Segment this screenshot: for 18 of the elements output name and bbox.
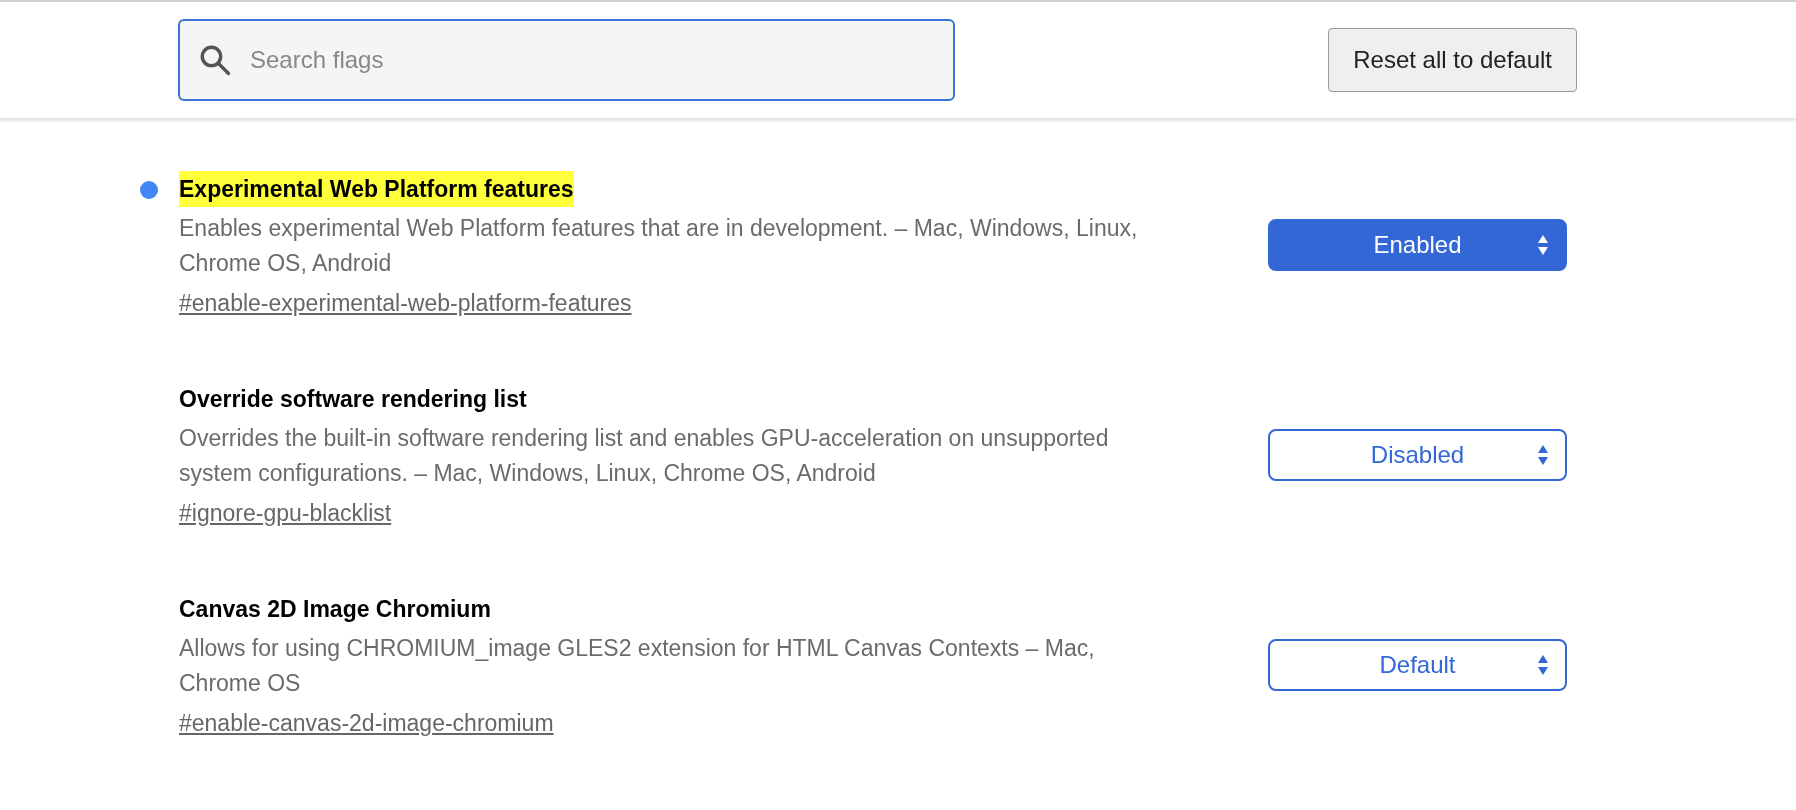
flag-select[interactable]: Disabled (1268, 429, 1567, 481)
flag-description: Overrides the built-in software rendering list and enables GPU-acceleration on unsupported system configurations. – Mac, Windows, Linux, Chrome OS, Android (179, 424, 1110, 488)
up-down-arrows-icon (1537, 444, 1549, 466)
flag-select[interactable]: Enabled (1268, 219, 1567, 271)
flag-anchor-link[interactable]: #ignore-gpu-blacklist (179, 497, 392, 529)
flag-anchor-link[interactable]: #enable-experimental-web-platform-features (179, 287, 632, 319)
search-field[interactable]: Search flags (178, 19, 955, 101)
flag-title: Experimental Web Platform features (179, 171, 574, 207)
reset-button[interactable]: Reset all to default (1328, 28, 1577, 92)
flag-title: Override software rendering list (179, 385, 527, 414)
flag-title: Canvas 2D Image Chromium (179, 595, 491, 624)
up-down-arrows-icon (1537, 654, 1549, 676)
flag-description: Allows for using CHROMIUM_image GLES2 extension for HTML Canvas Contexts – Mac, Chrome OS (179, 634, 1096, 698)
flag-select[interactable]: Default (1268, 639, 1567, 691)
search-icon (198, 43, 232, 77)
flag-description: Enables experimental Web Platform features that are in development. – Mac, Windows, Linux, Chrome OS, Android (179, 214, 1139, 278)
flag-anchor-link[interactable]: #enable-canvas-2d-image-chromium (179, 707, 554, 739)
up-down-arrows-icon (1537, 234, 1549, 256)
